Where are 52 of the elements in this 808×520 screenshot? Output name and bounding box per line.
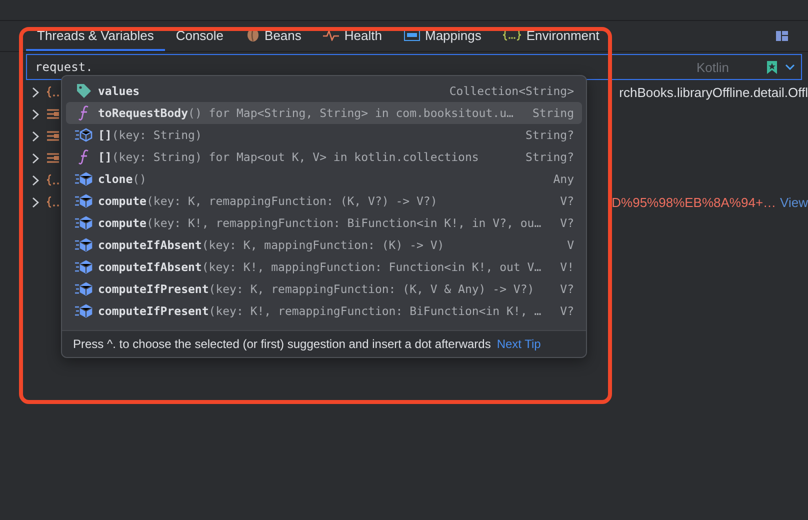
chevron-down-icon[interactable] — [785, 64, 795, 70]
next-tip-link[interactable]: Next Tip — [496, 337, 541, 351]
completion-item[interactable]: clone() Any — [66, 168, 582, 190]
method-icon — [75, 260, 93, 274]
function-icon — [78, 149, 90, 165]
tab[interactable]: Console — [164, 21, 235, 51]
completion-item[interactable]: compute(key: K!, remappingFunction: BiFunction<in K!, in V?, ou… V? — [66, 212, 582, 234]
tab[interactable]: Environment — [492, 21, 610, 51]
expand-chevron-icon[interactable] — [32, 86, 39, 98]
completion-item[interactable]: computeIfAbsent(key: K!, mappingFunction: Function<in K!, out V… V! — [66, 256, 582, 278]
variable-value: rchBooks.libraryOffline.detail.Offl — [619, 84, 808, 100]
object-icon — [47, 174, 61, 186]
completion-item[interactable]: [](key: String) String? — [66, 124, 582, 146]
function-icon — [78, 105, 90, 121]
list-icon — [47, 152, 59, 164]
pulse-icon — [323, 29, 340, 41]
variable-value: D%95%98%EB%8A%94+… — [612, 194, 776, 210]
tab[interactable]: Beans — [234, 21, 312, 51]
list-icon — [47, 130, 59, 142]
method-icon — [75, 304, 93, 318]
completion-item[interactable]: values Collection<String> — [66, 80, 582, 102]
tab[interactable]: Threads & Variables — [26, 21, 165, 51]
list-icon — [47, 108, 59, 120]
bookmark-icon[interactable] — [767, 60, 777, 74]
bean-icon — [246, 28, 260, 42]
layout-icon[interactable] — [776, 31, 788, 41]
view-link[interactable]: View — [780, 194, 808, 210]
api-icon — [404, 29, 420, 41]
method-icon — [75, 194, 93, 208]
completion-item[interactable]: computeIfAbsent(key: K, mappingFunction: (K) -> V) V — [66, 234, 582, 256]
method-icon — [75, 216, 93, 230]
method-icon — [75, 238, 93, 252]
object-icon — [47, 196, 61, 208]
expand-chevron-icon[interactable] — [32, 196, 39, 208]
tab[interactable]: Mappings — [392, 21, 492, 51]
method-icon — [75, 128, 93, 142]
tab[interactable]: Health — [312, 21, 393, 51]
method-icon — [75, 282, 93, 296]
completion-item[interactable]: computeIfPresent(key: K!, remappingFunction: BiFunction<in K!, … V? — [66, 300, 582, 322]
completion-item[interactable]: [](key: String) for Map<out K, V> in kotlin.collections String? — [66, 146, 582, 168]
expand-chevron-icon[interactable] — [32, 152, 39, 164]
braces-icon — [503, 29, 522, 41]
method-icon — [75, 172, 93, 186]
completion-item[interactable]: computeIfPresent(key: K, remappingFunction: (K, V & Any) -> V?) V? — [66, 278, 582, 300]
hint-text: Press ^. to choose the selected (or first) suggestion and insert a dot afterwards — [73, 337, 491, 351]
object-icon — [47, 86, 61, 98]
expand-chevron-icon[interactable] — [32, 174, 39, 186]
tag-icon — [76, 83, 92, 99]
completion-item[interactable]: toRequestBody() for Map<String, String> in com.booksitout.u… String — [66, 102, 582, 124]
expand-chevron-icon[interactable] — [32, 108, 39, 120]
completion-item[interactable]: compute(key: K, remappingFunction: (K, V?) -> V?) V? — [66, 190, 582, 212]
expand-chevron-icon[interactable] — [32, 130, 39, 142]
